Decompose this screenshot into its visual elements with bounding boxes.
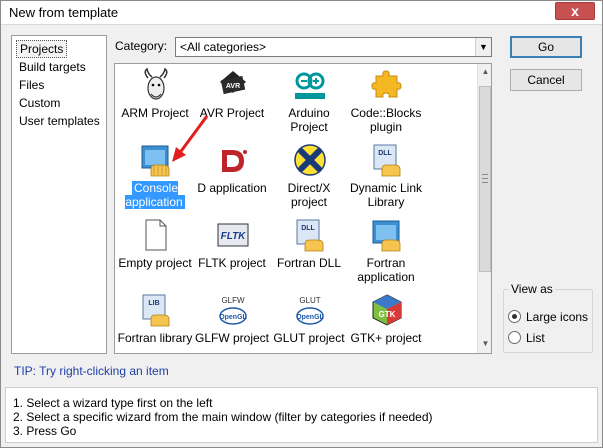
- template-dynamic-link-library[interactable]: DLL Dynamic Link Library: [348, 139, 424, 213]
- view-as-list[interactable]: List: [508, 330, 545, 346]
- puzzle-piece-icon: [371, 70, 402, 98]
- glfw-icon: GLFW OpenGL: [219, 296, 248, 325]
- svg-text:DLL: DLL: [301, 225, 315, 232]
- template-fortran-application[interactable]: Fortran application: [348, 214, 424, 288]
- template-gtk-project[interactable]: GTK GTK+ project: [348, 289, 424, 353]
- radio-label: Large icons: [526, 309, 589, 324]
- wizard-type-files[interactable]: Files: [16, 76, 47, 94]
- svg-text:OpenGL: OpenGL: [296, 314, 324, 321]
- wizard-type-custom[interactable]: Custom: [16, 94, 63, 112]
- annotation-arrow-icon: [172, 115, 209, 162]
- template-fortran-dll[interactable]: DLL Fortran DLL: [271, 214, 347, 288]
- radio-checked-icon[interactable]: [508, 310, 521, 324]
- avr-chip-icon: AVR: [220, 71, 246, 95]
- template-arduino-project[interactable]: Arduino Project: [271, 64, 347, 138]
- scroll-down-icon[interactable]: ▼: [478, 336, 491, 352]
- fortran-app-icon: [372, 220, 401, 252]
- go-button[interactable]: Go: [510, 36, 582, 58]
- blank-file-icon: [145, 219, 167, 251]
- glut-icon: GLUT OpenGL: [296, 296, 325, 325]
- template-grid: ARM Project AVR AVR Project Arduino Proj…: [114, 63, 492, 354]
- template-label: Direct/X project: [287, 181, 331, 209]
- template-grid-scrollbar[interactable]: ▲ ▼: [477, 64, 491, 353]
- window-title: New from template: [9, 5, 119, 20]
- template-label: GLFW project: [194, 331, 269, 345]
- template-label: GTK+ project: [350, 331, 422, 345]
- category-dropdown[interactable]: <All categories> ▼: [175, 37, 492, 57]
- template-directx-project[interactable]: Direct/X project: [271, 139, 347, 213]
- template-fltk-project[interactable]: FLTK FLTK project: [194, 214, 270, 288]
- tip-text: TIP: Try right-clicking an item: [14, 364, 169, 378]
- fltk-icon: FLTK: [217, 223, 249, 247]
- svg-text:DLL: DLL: [378, 150, 392, 157]
- view-as-legend: View as: [509, 282, 555, 296]
- scroll-up-icon[interactable]: ▲: [478, 64, 491, 80]
- title-bar: New from template x: [1, 1, 602, 25]
- template-label: Arduino Project: [288, 106, 330, 134]
- close-button[interactable]: x: [555, 2, 595, 20]
- category-dropdown-value: <All categories>: [180, 40, 267, 54]
- svg-text:GLUT: GLUT: [299, 296, 320, 305]
- gtk-icon: GTK: [372, 294, 402, 326]
- template-label: Fortran library: [117, 331, 193, 345]
- dll-icon: DLL: [373, 144, 401, 177]
- svg-text:LIB: LIB: [148, 300, 159, 307]
- template-label: Dynamic Link Library: [349, 181, 423, 209]
- svg-text:OpenGL: OpenGL: [219, 314, 247, 321]
- template-label: D application: [197, 181, 267, 195]
- radio-label: List: [526, 330, 545, 345]
- scrollbar-thumb[interactable]: [479, 86, 491, 272]
- template-label: Empty project: [118, 256, 192, 270]
- template-label: Fortran DLL: [276, 256, 342, 270]
- template-label: GLUT project: [273, 331, 345, 345]
- arduino-icon: [295, 72, 325, 99]
- template-glut-project[interactable]: GLUT OpenGL GLUT project: [271, 289, 347, 353]
- new-from-template-dialog: New from template x Projects Build targe…: [0, 0, 603, 448]
- instruction-line: 3. Press Go: [13, 424, 77, 438]
- category-label: Category:: [115, 39, 168, 53]
- template-label: Console application: [117, 181, 193, 209]
- scrollbar-grip-icon: [482, 174, 488, 183]
- wizard-type-list: Projects Build targets Files Custom User…: [11, 35, 107, 354]
- svg-text:FLTK: FLTK: [221, 231, 247, 242]
- wizard-type-build-targets[interactable]: Build targets: [16, 58, 89, 76]
- instruction-line: 2. Select a specific wizard from the mai…: [13, 410, 433, 424]
- svg-text:GLFW: GLFW: [221, 296, 245, 305]
- template-label: FLTK project: [198, 256, 266, 270]
- template-empty-project[interactable]: Empty project: [117, 214, 193, 288]
- template-codeblocks-plugin[interactable]: Code::Blocks plugin: [348, 64, 424, 138]
- cancel-button[interactable]: Cancel: [510, 69, 582, 91]
- template-glfw-project[interactable]: GLFW OpenGL GLFW project: [194, 289, 270, 353]
- fortran-lib-icon: LIB: [142, 294, 170, 327]
- chevron-down-icon[interactable]: ▼: [475, 38, 491, 56]
- view-as-group: View as Large icons List: [503, 282, 593, 353]
- fortran-dll-icon: DLL: [296, 219, 324, 252]
- d-language-icon: [222, 150, 247, 172]
- instruction-line: 1. Select a wizard type first on the lef…: [13, 396, 213, 410]
- wizard-type-user-templates[interactable]: User templates: [16, 112, 103, 130]
- svg-text:AVR: AVR: [226, 83, 240, 90]
- template-label: Fortran application: [357, 256, 415, 284]
- svg-text:GTK: GTK: [379, 310, 396, 319]
- radio-unchecked-icon[interactable]: [508, 331, 521, 345]
- directx-icon: [294, 144, 326, 176]
- wizard-type-projects[interactable]: Projects: [16, 40, 68, 58]
- view-as-large-icons[interactable]: Large icons: [508, 309, 588, 325]
- template-label-text: Console application: [125, 181, 185, 209]
- instructions-panel: 1. Select a wizard type first on the lef…: [5, 387, 598, 443]
- gnu-icon: [144, 68, 168, 100]
- template-fortran-library[interactable]: LIB Fortran library: [117, 289, 193, 353]
- template-label: Code::Blocks plugin: [350, 106, 422, 134]
